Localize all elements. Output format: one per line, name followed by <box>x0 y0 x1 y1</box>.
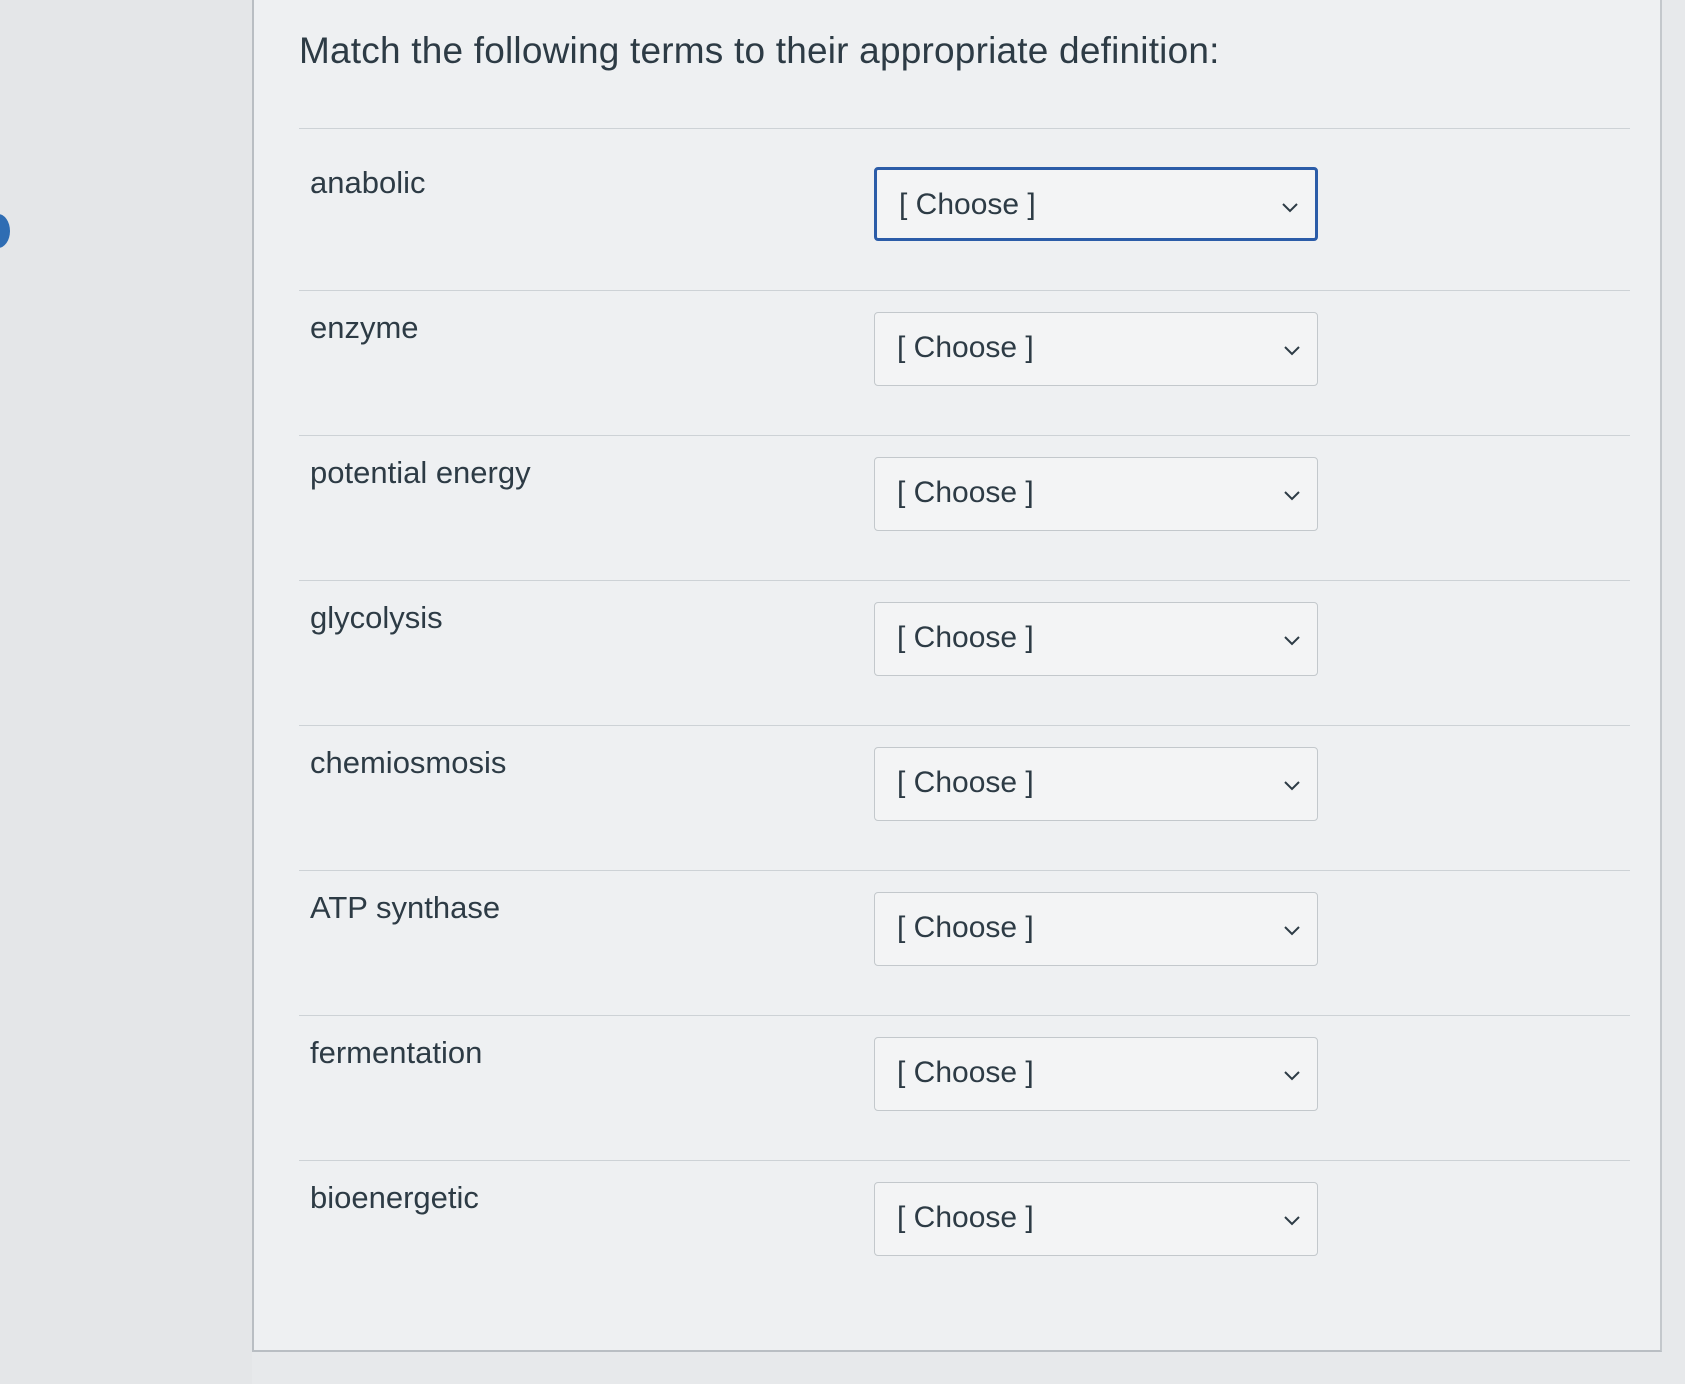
chevron-down-icon <box>1284 346 1300 356</box>
select-value: [ Choose ] <box>897 766 1034 799</box>
match-row-fermentation: fermentation [ Choose ] <box>254 1015 1660 1160</box>
question-title: Match the following terms to their appro… <box>299 30 1220 71</box>
divider <box>299 128 1630 129</box>
match-row-chemiosmosis: chemiosmosis [ Choose ] <box>254 725 1660 870</box>
answer-select-fermentation[interactable]: [ Choose ] <box>874 1037 1318 1111</box>
select-value: [ Choose ] <box>897 1201 1034 1234</box>
chevron-down-icon <box>1282 203 1298 213</box>
select-value: [ Choose ] <box>899 188 1036 221</box>
term-label: fermentation <box>310 1035 483 1070</box>
term-label: anabolic <box>310 165 426 200</box>
term-label: glycolysis <box>310 600 443 635</box>
match-row-anabolic: anabolic [ Choose ] <box>254 145 1660 290</box>
match-row-atp-synthase: ATP synthase [ Choose ] <box>254 870 1660 1015</box>
match-row-bioenergetic: bioenergetic [ Choose ] <box>254 1160 1660 1305</box>
answer-select-chemiosmosis[interactable]: [ Choose ] <box>874 747 1318 821</box>
chevron-down-icon <box>1284 926 1300 936</box>
chevron-down-icon <box>1284 491 1300 501</box>
chevron-down-icon <box>1284 1071 1300 1081</box>
answer-select-bioenergetic[interactable]: [ Choose ] <box>874 1182 1318 1256</box>
term-label: ATP synthase <box>310 890 501 925</box>
chevron-down-icon <box>1284 781 1300 791</box>
term-label: bioenergetic <box>310 1180 479 1215</box>
select-value: [ Choose ] <box>897 911 1034 944</box>
match-row-potential-energy: potential energy [ Choose ] <box>254 435 1660 580</box>
chevron-down-icon <box>1284 1216 1300 1226</box>
answer-select-glycolysis[interactable]: [ Choose ] <box>874 602 1318 676</box>
left-margin <box>0 0 252 1384</box>
answer-select-anabolic[interactable]: [ Choose ] <box>874 167 1318 241</box>
edge-indicator <box>0 214 10 248</box>
term-label: enzyme <box>310 310 419 345</box>
question-card: Match the following terms to their appro… <box>252 0 1662 1352</box>
answer-select-enzyme[interactable]: [ Choose ] <box>874 312 1318 386</box>
select-value: [ Choose ] <box>897 621 1034 654</box>
term-label: potential energy <box>310 455 531 490</box>
match-row-glycolysis: glycolysis [ Choose ] <box>254 580 1660 725</box>
answer-select-potential-energy[interactable]: [ Choose ] <box>874 457 1318 531</box>
select-value: [ Choose ] <box>897 331 1034 364</box>
select-value: [ Choose ] <box>897 476 1034 509</box>
match-row-enzyme: enzyme [ Choose ] <box>254 290 1660 435</box>
chevron-down-icon <box>1284 636 1300 646</box>
select-value: [ Choose ] <box>897 1056 1034 1089</box>
answer-select-atp-synthase[interactable]: [ Choose ] <box>874 892 1318 966</box>
term-label: chemiosmosis <box>310 745 507 780</box>
